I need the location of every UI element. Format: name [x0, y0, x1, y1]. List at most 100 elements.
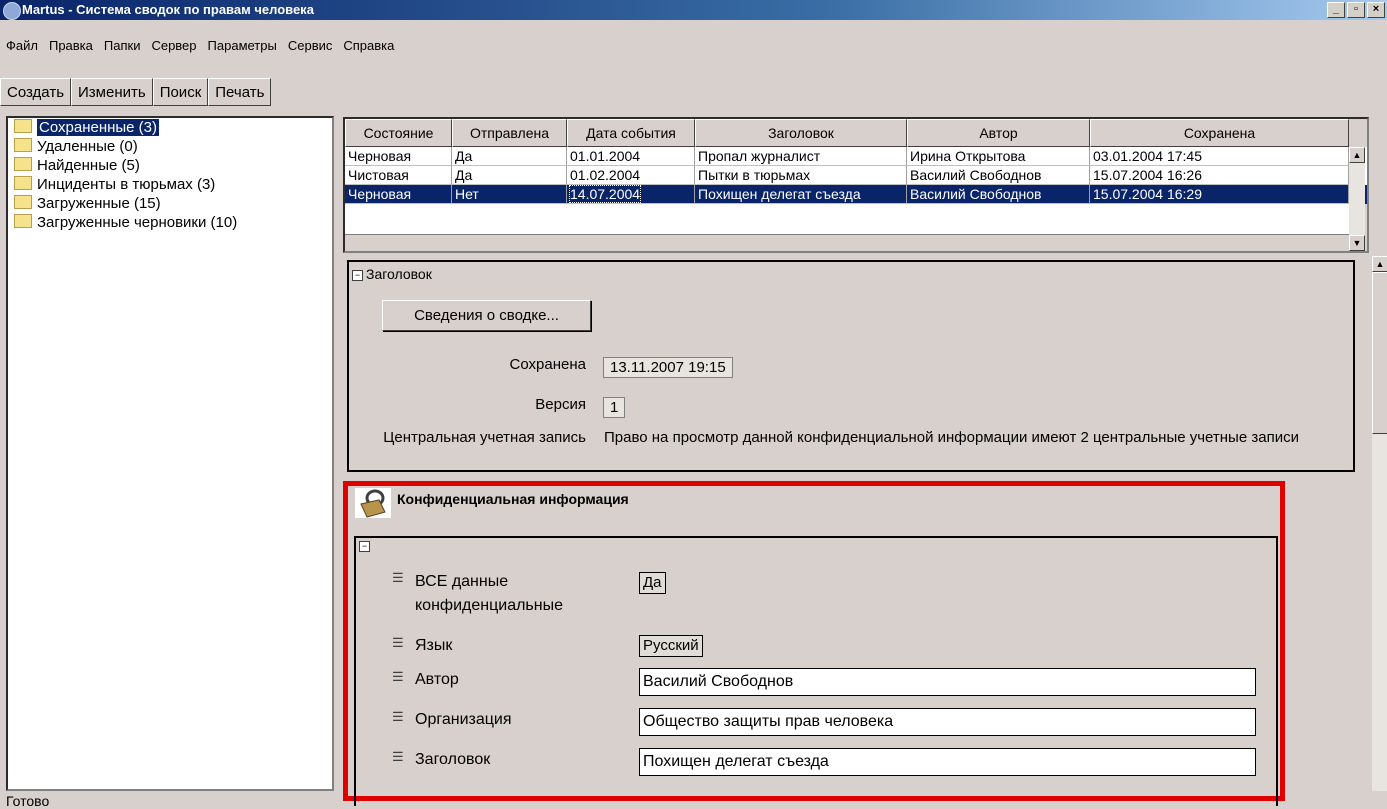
window-title: Martus - Система сводок по правам челове…: [22, 2, 314, 17]
column-saved[interactable]: Сохранена: [1090, 119, 1349, 147]
create-button[interactable]: Создать: [0, 78, 72, 106]
field-collapse-icon[interactable]: ☰: [392, 570, 404, 586]
column-status[interactable]: Состояние: [345, 119, 452, 147]
folder-icon: [14, 214, 32, 228]
saved-label: Сохранена: [509, 356, 586, 373]
cell-saved: 15.07.2004 16:29: [1090, 185, 1349, 204]
hq-account-label: Центральная учетная запись: [383, 429, 586, 446]
column-headers: Состояние Отправлена Дата события Заголо…: [345, 119, 1367, 147]
status-bar: Готово: [6, 793, 50, 809]
cell-sent: Да: [452, 166, 567, 185]
list-empty-area: [345, 204, 1349, 235]
collapse-icon[interactable]: −: [352, 270, 363, 281]
folder-icon: [14, 157, 32, 171]
minimize-button[interactable]: _: [1327, 2, 1345, 18]
menu-bar: Файл Правка Папки Сервер Параметры Серви…: [0, 38, 399, 60]
field-collapse-icon[interactable]: ☰: [392, 669, 404, 685]
scroll-up-icon[interactable]: ▲: [1372, 256, 1387, 272]
open-folder-icon: [14, 119, 32, 133]
header-section: − Заголовок Сведения о сводке... Сохране…: [347, 260, 1355, 472]
column-title[interactable]: Заголовок: [695, 119, 907, 147]
author-field[interactable]: Василий Свободнов: [639, 668, 1256, 696]
field-collapse-icon[interactable]: ☰: [392, 709, 404, 725]
maximize-button[interactable]: ▫: [1347, 2, 1365, 18]
menu-options[interactable]: Параметры: [202, 38, 282, 60]
column-author[interactable]: Автор: [907, 119, 1090, 147]
collapse-icon[interactable]: −: [359, 541, 370, 552]
saved-value: 13.11.2007 19:15: [603, 357, 733, 378]
cell-status: Черновая: [345, 185, 452, 204]
folder-downloaded-drafts[interactable]: Загруженные черновики (10): [8, 213, 332, 232]
language-value[interactable]: Русский: [639, 635, 703, 657]
app-icon: [3, 2, 21, 20]
folder-prison-incidents[interactable]: Инциденты в тюрьмах (3): [8, 175, 332, 194]
modify-button[interactable]: Изменить: [71, 78, 153, 106]
hq-account-value: Право на просмотр данной конфиденциально…: [604, 429, 1299, 446]
title-label: Заголовок: [415, 751, 491, 768]
menu-help[interactable]: Справка: [337, 38, 399, 60]
scroll-thumb[interactable]: [1372, 272, 1387, 434]
table-row-selected[interactable]: Черновая Нет 14.07.2004 Похищен делегат …: [345, 185, 1367, 204]
bulletin-details-button[interactable]: Сведения о сводке...: [382, 300, 591, 331]
menu-folders[interactable]: Папки: [98, 38, 146, 60]
version-label: Версия: [535, 396, 586, 413]
folder-tree: Сохраненные (3) Удаленные (0) Найденные …: [6, 116, 334, 791]
title-field[interactable]: Похищен делегат съезда: [639, 748, 1256, 776]
bulletin-preview: − Заголовок Сведения о сводке... Сохране…: [343, 256, 1369, 806]
version-value: 1: [603, 397, 626, 418]
cell-status: Черновая: [345, 147, 452, 166]
private-section: Конфиденциальная информация − ☰ ВСЕ данн…: [343, 481, 1285, 806]
bulletin-list: Состояние Отправлена Дата события Заголо…: [343, 117, 1369, 253]
folder-found[interactable]: Найденные (5): [8, 156, 332, 175]
menu-edit[interactable]: Правка: [43, 38, 98, 60]
cell-event-date: 14.07.2004: [567, 185, 695, 204]
cell-event-date: 01.01.2004: [567, 147, 695, 166]
menu-tools[interactable]: Сервис: [282, 38, 338, 60]
author-label: Автор: [415, 671, 459, 688]
cell-saved: 03.01.2004 17:45: [1090, 147, 1349, 166]
folder-icon: [14, 138, 32, 152]
cell-status: Чистовая: [345, 166, 452, 185]
cell-title: Похищен делегат съезда: [695, 185, 907, 204]
private-fields: − ☰ ВСЕ данные конфиденциальные Да ☰ Язы…: [354, 536, 1278, 806]
cell-event-date: 01.02.2004: [567, 166, 695, 185]
folder-saved[interactable]: Сохраненные (3): [8, 118, 332, 137]
cell-author: Василий Свободнов: [907, 185, 1090, 204]
cell-saved: 15.07.2004 16:26: [1090, 166, 1349, 185]
toolbar: Создать Изменить Поиск Печать: [0, 78, 272, 108]
search-button[interactable]: Поиск: [152, 78, 209, 106]
folder-icon: [14, 176, 32, 190]
all-private-label: ВСЕ данные конфиденциальные: [415, 573, 563, 614]
organization-label: Организация: [415, 711, 512, 728]
cell-sent: Нет: [452, 185, 567, 204]
close-button[interactable]: ×: [1367, 2, 1385, 18]
scroll-down-icon[interactable]: ▼: [1349, 235, 1365, 251]
lock-icon: [355, 488, 391, 518]
cell-author: Василий Свободнов: [907, 166, 1090, 185]
cell-author: Ирина Открытова: [907, 147, 1090, 166]
folder-deleted[interactable]: Удаленные (0): [8, 137, 332, 156]
private-section-title: Конфиденциальная информация: [397, 491, 629, 507]
table-row[interactable]: Чистовая Да 01.02.2004 Пытки в тюрьмах В…: [345, 166, 1367, 185]
menu-server[interactable]: Сервер: [145, 38, 201, 60]
field-collapse-icon[interactable]: ☰: [392, 635, 404, 651]
folder-icon: [14, 195, 32, 209]
all-private-value[interactable]: Да: [639, 572, 666, 594]
cell-title: Пытки в тюрьмах: [695, 166, 907, 185]
table-row[interactable]: Черновая Да 01.01.2004 Пропал журналист …: [345, 147, 1367, 166]
menu-file[interactable]: Файл: [0, 38, 43, 60]
print-button[interactable]: Печать: [208, 78, 272, 106]
title-bar: Martus - Система сводок по правам челове…: [0, 0, 1387, 20]
language-label: Язык: [415, 637, 453, 654]
field-collapse-icon[interactable]: ☰: [392, 749, 404, 765]
scroll-up-icon[interactable]: ▲: [1349, 147, 1365, 163]
organization-field[interactable]: Общество защиты прав человека: [639, 708, 1256, 736]
preview-scrollbar[interactable]: ▲: [1372, 256, 1387, 791]
column-event-date[interactable]: Дата события: [567, 119, 695, 147]
folder-downloaded[interactable]: Загруженные (15): [8, 194, 332, 213]
cell-sent: Да: [452, 147, 567, 166]
column-sent[interactable]: Отправлена: [452, 119, 567, 147]
header-section-title: Заголовок: [366, 266, 432, 282]
cell-title: Пропал журналист: [695, 147, 907, 166]
list-scrollbar[interactable]: ▲ ▼: [1349, 147, 1365, 251]
